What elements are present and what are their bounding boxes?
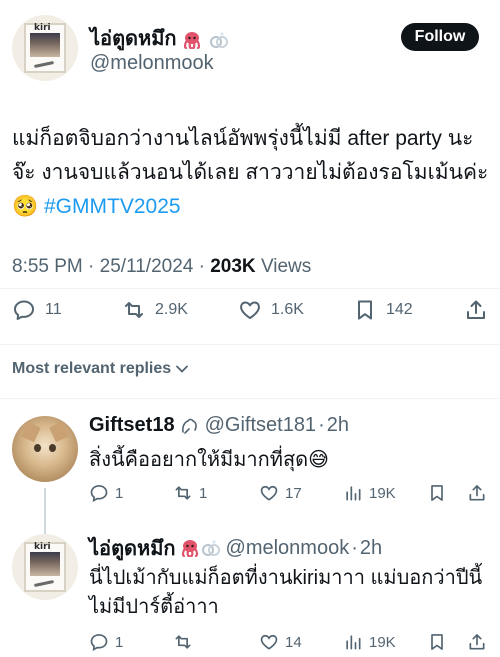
replies-sort-dropdown[interactable]: Most relevant replies bbox=[12, 360, 189, 378]
octopus-emoji-icon bbox=[181, 540, 198, 557]
bookmark-button[interactable] bbox=[427, 483, 447, 503]
share-icon bbox=[467, 300, 485, 319]
bookmark-icon bbox=[358, 300, 372, 320]
reply-avatar[interactable]: kiri bbox=[12, 534, 78, 600]
bookmark-icon bbox=[431, 485, 443, 501]
tweet-actions: 11 2.9K 1.6K 142 bbox=[0, 298, 500, 334]
reply-actions: 1 14 19K bbox=[89, 632, 489, 656]
tweet-text: แม่ก็อตจิบอกว่างานไลน์อัพพรุ่งนี้ไม่มี a… bbox=[12, 122, 492, 224]
views-chart-icon bbox=[346, 635, 361, 650]
dot-separator: · bbox=[351, 536, 358, 559]
views-count: 19K bbox=[369, 633, 396, 651]
follow-button[interactable]: Follow bbox=[401, 23, 479, 51]
heart-icon bbox=[260, 634, 278, 650]
repost-button[interactable] bbox=[173, 632, 199, 652]
reply-button[interactable]: 11 bbox=[12, 298, 62, 322]
reply-time[interactable]: 2h bbox=[360, 537, 382, 560]
bookmark-button[interactable]: 142 bbox=[353, 298, 413, 322]
hashtag-link[interactable]: #GMMTV2025 bbox=[44, 195, 181, 218]
share-button[interactable] bbox=[464, 298, 488, 322]
like-button[interactable]: 14 bbox=[259, 632, 302, 652]
reply-author-name[interactable]: ไอ่ตูดหมึก bbox=[89, 532, 176, 564]
cat-eye bbox=[49, 444, 56, 452]
heart-icon bbox=[260, 485, 278, 501]
reply-button[interactable]: 1 bbox=[89, 483, 123, 503]
author-handle[interactable]: @melonmook bbox=[90, 52, 214, 75]
divider bbox=[0, 288, 500, 289]
thread-connector-line bbox=[44, 488, 46, 534]
repost-button[interactable]: 2.9K bbox=[122, 298, 188, 322]
meta-separator: · bbox=[88, 256, 100, 277]
like-count: 1.6K bbox=[271, 301, 304, 318]
divider bbox=[0, 344, 500, 345]
reply-icon bbox=[14, 300, 34, 320]
avatar-photo bbox=[30, 33, 60, 57]
tweet-header: kiri ไอ่ตูดหมึก @melonmook Follow bbox=[0, 0, 500, 90]
avatar-logo: kiri bbox=[34, 23, 51, 33]
reply-count: 1 bbox=[115, 633, 124, 651]
reply-time[interactable]: 2h bbox=[327, 414, 349, 437]
views-label: Views bbox=[260, 256, 312, 277]
avatar-logo: kiri bbox=[34, 542, 51, 552]
author-name[interactable]: ไอ่ตูดหมึก bbox=[90, 22, 230, 54]
share-button[interactable] bbox=[467, 632, 487, 652]
rings-emoji-icon bbox=[209, 31, 228, 48]
reply-author-handle[interactable]: @melonmook bbox=[226, 537, 350, 560]
bookmark-count: 142 bbox=[386, 301, 413, 318]
views-button[interactable]: 19K bbox=[343, 483, 396, 503]
repost-icon bbox=[175, 486, 191, 500]
reply-author-name[interactable]: Giftset18 bbox=[89, 414, 175, 437]
tweet-time[interactable]: 8:55 PM bbox=[12, 256, 83, 277]
repost-icon bbox=[125, 302, 143, 318]
share-icon bbox=[469, 634, 485, 650]
cat-eye bbox=[34, 444, 41, 452]
reply-text: นี่ไปเม้ากับแม่ก็อตที่งานkiriมาาา แม่บอก… bbox=[89, 567, 483, 618]
handwave-emoji-icon bbox=[181, 418, 197, 434]
reply-count: 11 bbox=[45, 301, 62, 318]
replies-sort-label: Most relevant replies bbox=[12, 360, 172, 377]
avatar-photo bbox=[30, 552, 60, 576]
reply-item[interactable]: kiri ไอ่ตูดหมึก @melonmook · 2h นี่ไปเม้… bbox=[0, 530, 500, 657]
like-count: 14 bbox=[285, 633, 302, 651]
author-name-text: ไอ่ตูดหมึก bbox=[90, 28, 177, 50]
views-count: 19K bbox=[369, 484, 396, 502]
reply-item[interactable]: Giftset18 @Giftset181 · 2h สิ่งนี้คืออยา… bbox=[0, 412, 500, 520]
chevron-down-icon bbox=[176, 365, 189, 373]
views-chart-icon bbox=[346, 486, 361, 501]
reply-actions: 1 1 17 19K bbox=[89, 483, 489, 507]
divider bbox=[0, 398, 500, 399]
rings-emoji-icon bbox=[201, 540, 220, 556]
tweet-meta: 8:55 PM · 25/11/2024 · 203K Views bbox=[12, 256, 311, 278]
repost-count: 1 bbox=[199, 484, 208, 502]
reply-header: ไอ่ตูดหมึก @melonmook · 2h bbox=[89, 532, 382, 564]
tweet-date[interactable]: 25/11/2024 bbox=[100, 256, 194, 277]
reply-avatar[interactable] bbox=[12, 416, 78, 482]
reply-icon bbox=[90, 634, 108, 652]
repost-icon bbox=[175, 635, 191, 649]
views-count: 203K bbox=[210, 256, 256, 277]
reply-author-handle[interactable]: @Giftset181 bbox=[205, 414, 316, 437]
like-count: 17 bbox=[285, 484, 302, 502]
reply-button[interactable]: 1 bbox=[89, 632, 123, 652]
repost-button[interactable]: 1 bbox=[173, 483, 207, 503]
dot-separator: · bbox=[318, 414, 325, 436]
like-button[interactable]: 17 bbox=[259, 483, 302, 503]
repost-count: 2.9K bbox=[155, 301, 188, 318]
cat-ear bbox=[49, 421, 69, 443]
bookmark-icon bbox=[431, 634, 443, 650]
like-button[interactable]: 1.6K bbox=[238, 298, 304, 322]
views-button[interactable]: 19K bbox=[343, 632, 396, 652]
author-avatar[interactable]: kiri bbox=[12, 15, 78, 81]
octopus-emoji-icon bbox=[183, 31, 201, 49]
share-button[interactable] bbox=[467, 483, 487, 503]
share-icon bbox=[469, 485, 485, 501]
bookmark-button[interactable] bbox=[427, 632, 447, 652]
cat-ear bbox=[21, 421, 41, 443]
meta-separator: · bbox=[198, 256, 211, 277]
reply-text: สิ่งนี้คืออยากให้มีมากที่สุด😅 bbox=[89, 449, 329, 471]
reply-header: Giftset18 @Giftset181 · 2h bbox=[89, 414, 349, 437]
reply-count: 1 bbox=[115, 484, 124, 502]
heart-icon bbox=[240, 301, 260, 319]
reply-icon bbox=[90, 485, 108, 503]
